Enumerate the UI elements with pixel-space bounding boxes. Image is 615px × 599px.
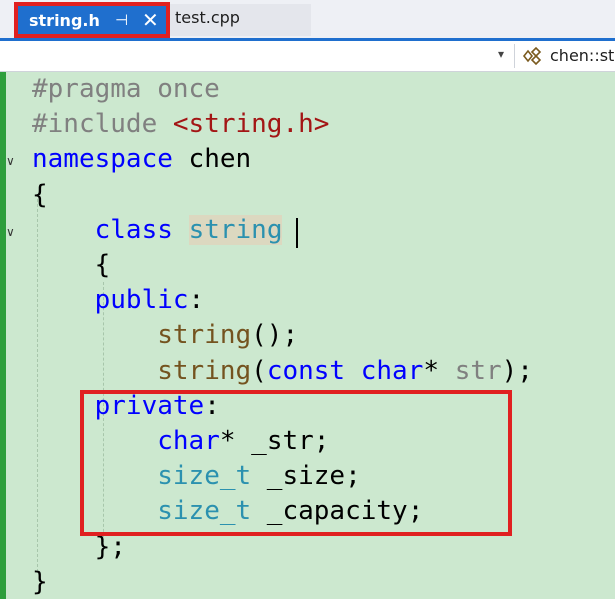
code-editor[interactable]: ∨ ∨ #pragma once #include <string.h> names…: [0, 72, 615, 599]
code-line[interactable]: string(const char* str);: [32, 354, 533, 389]
class-member-icon: [522, 47, 542, 65]
code-line[interactable]: {: [32, 178, 48, 213]
code-line[interactable]: class string: [32, 213, 283, 248]
fold-toggle-icon[interactable]: ∨: [6, 225, 20, 239]
code-token: {: [32, 250, 111, 280]
code-token: #include: [32, 109, 173, 140]
fold-toggle-icon[interactable]: ∨: [6, 154, 20, 168]
text-cursor: [296, 218, 298, 248]
code-token: };: [32, 531, 126, 562]
tab-bar: string.h ⊣ ✕ test.cpp: [0, 0, 615, 41]
close-icon[interactable]: ✕: [142, 8, 159, 32]
highlight-box: [80, 390, 512, 536]
code-line[interactable]: namespace chen: [32, 142, 251, 177]
tab-label: string.h: [29, 11, 100, 30]
code-token: string: [157, 320, 252, 351]
code-line[interactable]: {: [32, 248, 111, 283]
chevron-down-icon[interactable]: ▾: [498, 47, 504, 61]
code-token: );: [501, 355, 533, 386]
code-token: class: [94, 214, 173, 245]
tab-test-cpp[interactable]: test.cpp: [170, 4, 311, 36]
code-line[interactable]: string();: [32, 318, 298, 353]
navigation-bar: ▾ chen::st: [0, 41, 615, 72]
code-token: :: [188, 285, 205, 316]
code-token: const: [266, 355, 346, 386]
code-token: string: [188, 214, 283, 245]
change-tracking-bar: [0, 72, 6, 599]
code-line[interactable]: #include <string.h>: [32, 107, 329, 142]
member-dropdown[interactable]: chen::st: [550, 46, 614, 65]
code-line[interactable]: }: [32, 565, 48, 599]
code-line[interactable]: public:: [32, 283, 205, 318]
divider: [514, 44, 515, 68]
code-line[interactable]: #pragma once: [32, 72, 220, 107]
code-token: public: [94, 285, 189, 316]
pin-icon[interactable]: ⊣: [115, 11, 128, 29]
tab-string-h[interactable]: string.h ⊣ ✕: [14, 2, 170, 38]
tab-label: test.cpp: [175, 8, 240, 27]
code-token: string: [157, 355, 252, 386]
code-token: chen: [172, 144, 252, 175]
code-token: namespace: [32, 144, 173, 175]
code-token: <string.h>: [172, 109, 330, 140]
code-token: (: [251, 355, 267, 386]
code-token: {: [32, 179, 48, 210]
code-token: }: [32, 566, 48, 597]
code-token: ();: [251, 320, 299, 351]
code-token: str: [454, 355, 502, 386]
code-token: char: [360, 355, 424, 386]
code-token: *: [423, 355, 455, 386]
code-token: #pragma once: [32, 74, 220, 104]
